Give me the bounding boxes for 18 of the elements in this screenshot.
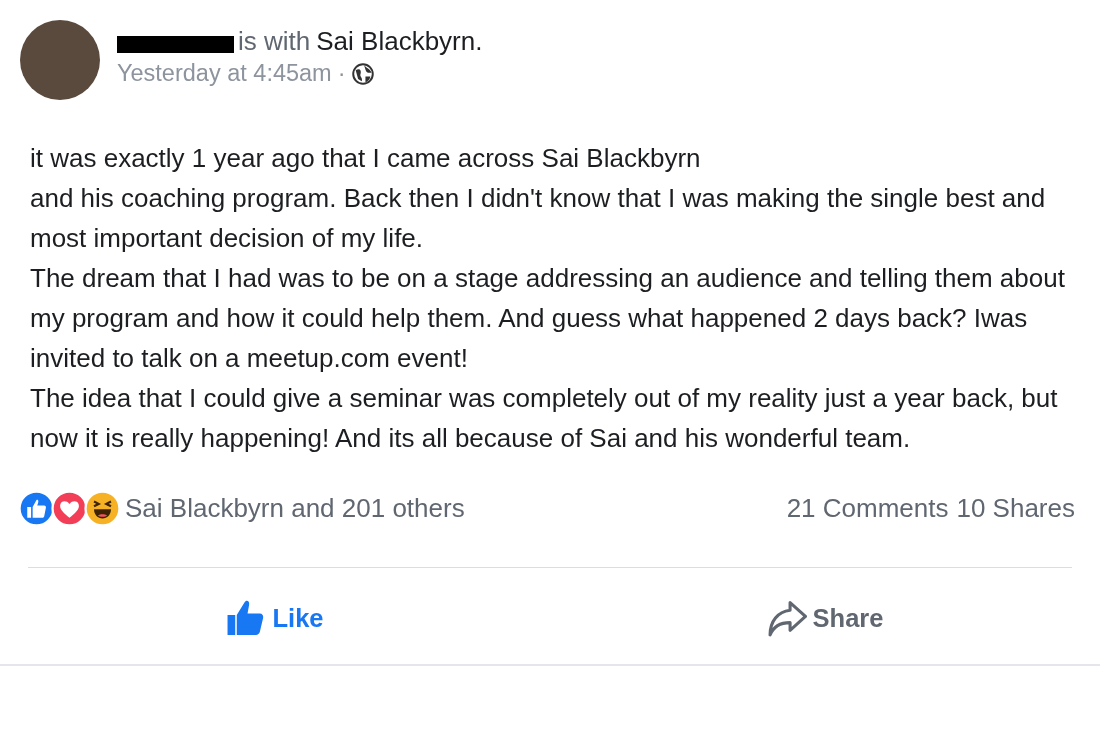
post-paragraph: and his coaching program. Back then I didn't know that I was making the single best and most important decision of my life. — [30, 182, 1047, 255]
reactions-summary-link[interactable]: Sai Blackbyrn and 201 others — [125, 493, 465, 524]
with-text: is with — [238, 26, 311, 56]
separator: · — [337, 60, 346, 87]
shares-count-link[interactable]: 10 Shares — [956, 493, 1075, 524]
arrow-icon — [766, 598, 807, 638]
share-button[interactable]: Share — [550, 590, 1100, 646]
post-paragraph: it was exactly 1 year ago that I came across Sai Blackbyrn — [30, 142, 702, 175]
love-reaction-icon — [51, 490, 88, 527]
comments-count-link[interactable]: 21 Comments — [786, 493, 949, 524]
like-reaction-icon — [18, 490, 55, 527]
like-button[interactable]: Like — [0, 590, 550, 646]
post-paragraph: The idea that I could give a seminar was completely out of my reality just a year back, but now it is really happening! And its all because of Sai and his wonderful team. — [30, 382, 1059, 455]
haha-reaction-icon — [84, 490, 121, 527]
tagged-name-link[interactable]: Sai Blackbyrn. — [316, 26, 483, 56]
timestamp-link[interactable]: Yesterday at 4:45am — [117, 60, 332, 87]
post-paragraph: The dream that I had was to be on a stage addressing an audience and telling them about my program and how it could help them. And guess what happened 2 days back? Iwas invited to talk on a meetup.com event! — [30, 262, 1066, 375]
globe-icon[interactable] — [351, 62, 374, 85]
